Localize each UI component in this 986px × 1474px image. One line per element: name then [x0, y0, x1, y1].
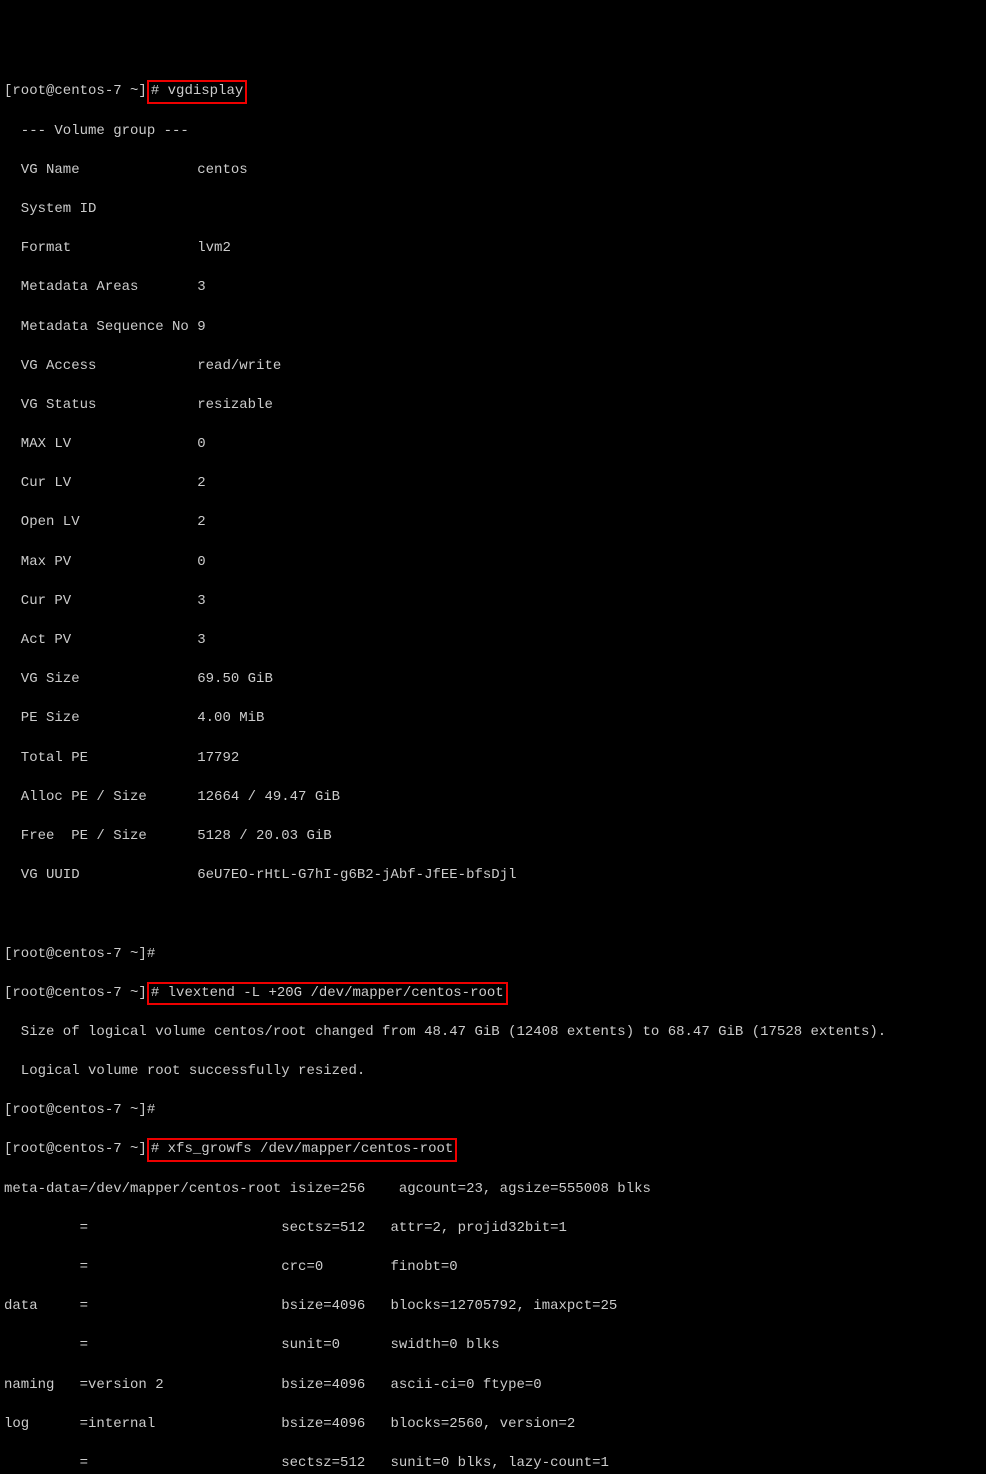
- vg-format-row: Format lvm2: [4, 239, 982, 259]
- shell-prompt: [root@centos-7 ~]: [4, 1141, 147, 1157]
- lvextend-output-2: Logical volume root successfully resized…: [4, 1062, 982, 1082]
- vg-size-row: VG Size 69.50 GiB: [4, 670, 982, 690]
- shell-prompt: [root@centos-7 ~]: [4, 1102, 147, 1118]
- command-xfs-growfs: xfs_growfs /dev/mapper/centos-root: [159, 1141, 453, 1157]
- vg-alloc-row: Alloc PE / Size 12664 / 49.47 GiB: [4, 788, 982, 808]
- lvextend-output-1: Size of logical volume centos/root chang…: [4, 1023, 982, 1043]
- vg-meta-seq-row: Metadata Sequence No 9: [4, 318, 982, 338]
- vg-name-row: VG Name centos: [4, 161, 982, 181]
- terminal-output[interactable]: [root@centos-7 ~]# vgdisplay --- Volume …: [4, 82, 982, 1474]
- command-highlight-xfs-growfs: # xfs_growfs /dev/mapper/centos-root: [147, 1138, 457, 1162]
- vg-uuid-row: VG UUID 6eU7EO-rHtL-G7hI-g6B2-jAbf-JfEE-…: [4, 866, 982, 886]
- vg-access-row: VG Access read/write: [4, 357, 982, 377]
- command-lvextend: lvextend -L +20G /dev/mapper/centos-root: [159, 985, 503, 1001]
- vg-max-pv-row: Max PV 0: [4, 553, 982, 573]
- vg-cur-lv-row: Cur LV 2: [4, 474, 982, 494]
- command-vgdisplay: vgdisplay: [159, 83, 243, 99]
- xfs-output-line: naming =version 2 bsize=4096 ascii-ci=0 …: [4, 1376, 982, 1396]
- xfs-output-line: = crc=0 finobt=0: [4, 1258, 982, 1278]
- xfs-output-line: = sectsz=512 sunit=0 blks, lazy-count=1: [4, 1454, 982, 1474]
- xfs-output-line: log =internal bsize=4096 blocks=2560, ve…: [4, 1415, 982, 1435]
- shell-prompt: [root@centos-7 ~]: [4, 985, 147, 1001]
- vg-header: --- Volume group ---: [4, 122, 982, 142]
- vg-meta-areas-row: Metadata Areas 3: [4, 278, 982, 298]
- shell-prompt: [root@centos-7 ~]: [4, 946, 147, 962]
- vg-sysid-row: System ID: [4, 200, 982, 220]
- command-highlight-vgdisplay: # vgdisplay: [147, 80, 247, 104]
- command-highlight-lvextend: # lvextend -L +20G /dev/mapper/centos-ro…: [147, 982, 508, 1006]
- vg-free-row: Free PE / Size 5128 / 20.03 GiB: [4, 827, 982, 847]
- shell-prompt: [root@centos-7 ~]: [4, 83, 147, 99]
- xfs-output-line: meta-data=/dev/mapper/centos-root isize=…: [4, 1180, 982, 1200]
- vg-status-row: VG Status resizable: [4, 396, 982, 416]
- vg-cur-pv-row: Cur PV 3: [4, 592, 982, 612]
- xfs-output-line: data = bsize=4096 blocks=12705792, imaxp…: [4, 1297, 982, 1317]
- vg-act-pv-row: Act PV 3: [4, 631, 982, 651]
- xfs-output-line: = sectsz=512 attr=2, projid32bit=1: [4, 1219, 982, 1239]
- xfs-output-line: = sunit=0 swidth=0 blks: [4, 1336, 982, 1356]
- vg-max-lv-row: MAX LV 0: [4, 435, 982, 455]
- vg-pe-size-row: PE Size 4.00 MiB: [4, 709, 982, 729]
- vg-total-pe-row: Total PE 17792: [4, 749, 982, 769]
- vg-open-lv-row: Open LV 2: [4, 513, 982, 533]
